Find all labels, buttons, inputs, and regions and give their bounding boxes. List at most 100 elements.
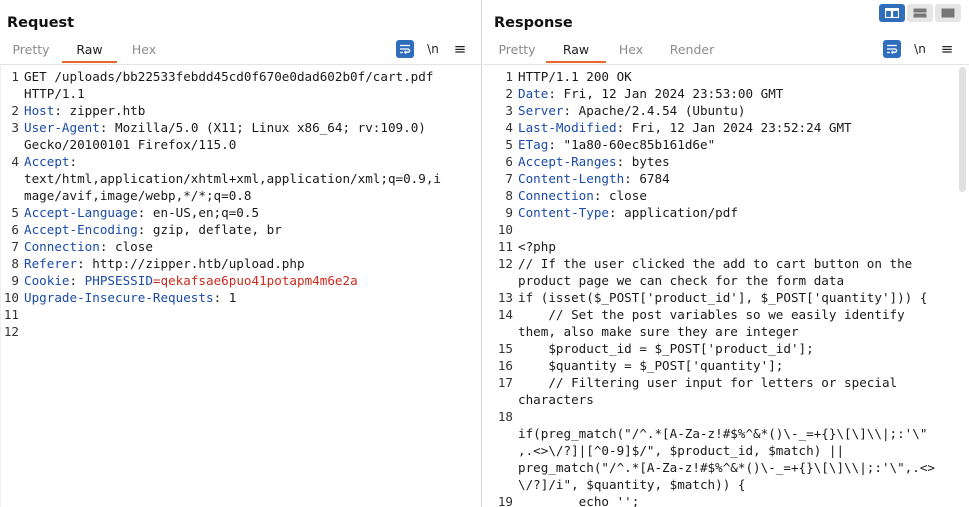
request-code-line[interactable]: text/html,application/xhtml+xml,applicat… xyxy=(24,170,441,187)
request-menu-icon[interactable]: ≡ xyxy=(451,40,469,58)
response-code-line[interactable]: preg_match("/^.*[A-Za-z!#$%^&*()\-_=+{}\… xyxy=(518,459,935,476)
code-text: if(preg_match("/^.*[A-Za-z!#$%^&*()\-_=+… xyxy=(518,426,928,441)
request-code-line[interactable]: Accept: xyxy=(24,153,77,170)
response-scrollbar[interactable] xyxy=(959,67,966,192)
request-line-number: 10 xyxy=(3,290,19,305)
request-code-line[interactable]: Connection: close xyxy=(24,238,153,255)
word-wrap-icon xyxy=(400,44,411,54)
request-code-line[interactable]: HTTP/1.1 xyxy=(24,85,85,102)
request-wrap-toggle-button[interactable] xyxy=(396,40,414,58)
response-wrap-toggle-button[interactable] xyxy=(883,40,901,58)
code-text: : xyxy=(69,154,78,169)
response-code-line[interactable]: Date: Fri, 12 Jan 2024 23:53:00 GMT xyxy=(518,85,783,102)
code-text: preg_match("/^.*[A-Za-z!#$%^&*()\-_=+{}\… xyxy=(518,460,936,475)
header-name: Connection xyxy=(24,239,100,254)
response-code-line[interactable]: if(preg_match("/^.*[A-Za-z!#$%^&*()\-_=+… xyxy=(518,425,927,442)
split-rows-layout-button[interactable] xyxy=(907,4,933,22)
code-text: $quantity = $_POST['quantity']; xyxy=(518,358,784,373)
request-code-line[interactable]: Gecko/20100101 Firefox/115.0 xyxy=(24,136,236,153)
request-code-line[interactable]: mage/avif,image/webp,*/*;q=0.8 xyxy=(24,187,251,204)
response-code-line[interactable]: them, also make sure they are integer xyxy=(518,323,799,340)
response-title: Response xyxy=(494,15,573,31)
code-text: : close xyxy=(593,188,647,203)
response-line-number: 3 xyxy=(505,103,513,118)
response-line-number: 11 xyxy=(497,239,513,254)
tabs-layout-button[interactable] xyxy=(935,4,961,22)
response-code-line[interactable]: <?php xyxy=(518,238,556,255)
response-line-number: 19 xyxy=(497,494,513,507)
header-name: Accept xyxy=(24,154,70,169)
response-editor[interactable]: 1 HTTP/1.1 200 OK 2 Date: Fri, 12 Jan 2024 … xyxy=(483,64,969,507)
header-name: PHPSESSID xyxy=(84,273,153,288)
header-name: Content-Type xyxy=(518,205,609,220)
response-code-line[interactable]: // Set the post variables so we easily i… xyxy=(518,306,904,323)
response-code-line[interactable]: Content-Length: 6784 xyxy=(518,170,670,187)
response-tab-raw[interactable]: Raw xyxy=(546,41,606,63)
request-code-line[interactable]: Cookie: PHPSESSID=qekafsae6puo41potapm4m… xyxy=(24,272,358,289)
response-line-number: 8 xyxy=(505,188,513,203)
response-code-line[interactable]: // Filtering user input for letters or s… xyxy=(518,374,897,391)
request-code-line[interactable]: User-Agent: Mozilla/5.0 (X11; Linux x86_… xyxy=(24,119,426,136)
response-code-line[interactable]: $product_id = $_POST['product_id']; xyxy=(518,340,813,357)
code-text: Gecko/20100101 Firefox/115.0 xyxy=(24,137,237,152)
request-code-line[interactable]: GET /uploads/bb22533febdd45cd0f670e0dad6… xyxy=(24,68,433,85)
request-editor[interactable]: 1 GET /uploads/bb22533febdd45cd0f670e0dad… xyxy=(0,64,481,507)
request-code-line[interactable]: Accept-Encoding: gzip, deflate, br xyxy=(24,221,282,238)
header-name: Accept-Language xyxy=(24,205,138,220)
response-code-line[interactable]: HTTP/1.1 200 OK xyxy=(518,68,632,85)
response-code-line[interactable]: ,.<>\/?]|[^0-9]$/", $product_id, $match)… xyxy=(518,442,844,459)
request-newline-toggle-button[interactable]: \n xyxy=(424,40,442,58)
split-columns-layout-button[interactable] xyxy=(879,4,905,22)
code-text: : en-US,en;q=0.5 xyxy=(137,205,260,220)
response-code-line[interactable]: $quantity = $_POST['quantity']; xyxy=(518,357,783,374)
response-line-number: 15 xyxy=(497,341,513,356)
response-code-line[interactable]: product page we can check for the form d… xyxy=(518,272,844,289)
response-line-number: 4 xyxy=(505,120,513,135)
code-text: if (isset($_POST['product_id'], $_POST['… xyxy=(518,290,928,305)
code-text: qekafsae6puo41potapm4m6e2a xyxy=(160,273,358,288)
header-name: Host xyxy=(24,103,55,118)
response-code-line[interactable]: \/?]/i", $quantity, $match)) { xyxy=(518,476,745,493)
request-line-number: 6 xyxy=(11,222,19,237)
response-code-line[interactable]: if (isset($_POST['product_id'], $_POST['… xyxy=(518,289,927,306)
request-code-line[interactable]: Upgrade-Insecure-Requests: 1 xyxy=(24,289,236,306)
response-tab-pretty[interactable]: Pretty xyxy=(488,41,546,63)
response-code-line[interactable]: echo ''; xyxy=(518,493,640,507)
request-code-line[interactable]: Accept-Language: en-US,en;q=0.5 xyxy=(24,204,259,221)
response-code-line[interactable]: Content-Type: application/pdf xyxy=(518,204,738,221)
response-newline-toggle-button[interactable]: \n xyxy=(911,40,929,58)
response-code-line[interactable]: characters xyxy=(518,391,594,408)
response-menu-icon[interactable]: ≡ xyxy=(938,40,956,58)
response-code-line[interactable]: Server: Apache/2.4.54 (Ubuntu) xyxy=(518,102,745,119)
request-code-line[interactable]: Referer: http://zipper.htb/upload.php xyxy=(24,255,305,272)
code-text: : 6784 xyxy=(624,171,670,186)
response-code-line[interactable]: // If the user clicked the add to cart b… xyxy=(518,255,912,272)
request-line-number: 3 xyxy=(11,120,19,135)
response-code-line[interactable]: Connection: close xyxy=(518,187,647,204)
response-tab-hex[interactable]: Hex xyxy=(606,41,656,63)
response-code-line[interactable]: Accept-Ranges: bytes xyxy=(518,153,670,170)
request-code-line[interactable]: Host: zipper.htb xyxy=(24,102,145,119)
code-text: ,.<>\/?]|[^0-9]$/", $product_id, $match)… xyxy=(518,443,845,458)
header-name: Date xyxy=(518,86,549,101)
header-name: Server xyxy=(518,103,564,118)
tabs-layout-icon xyxy=(941,8,955,18)
response-line-number: 14 xyxy=(497,307,513,322)
response-code-line[interactable]: Last-Modified: Fri, 12 Jan 2024 23:52:24… xyxy=(518,119,852,136)
response-tab-render[interactable]: Render xyxy=(656,41,728,63)
code-text: : Fri, 12 Jan 2024 23:52:24 GMT xyxy=(616,120,852,135)
request-title: Request xyxy=(7,15,75,31)
header-name: Connection xyxy=(518,188,594,203)
response-line-number: 2 xyxy=(505,86,513,101)
code-text: product page we can check for the form d… xyxy=(518,273,845,288)
code-text: mage/avif,image/webp,*/*;q=0.8 xyxy=(24,188,252,203)
response-line-number: 7 xyxy=(505,171,513,186)
request-tab-hex[interactable]: Hex xyxy=(117,41,171,63)
code-text: : Mozilla/5.0 (X11; Linux x86_64; rv:109… xyxy=(99,120,426,135)
request-tab-pretty[interactable]: Pretty xyxy=(0,41,62,63)
response-code-line[interactable]: ETag: "1a80-60ec85b161d6e" xyxy=(518,136,715,153)
request-tab-raw[interactable]: Raw xyxy=(62,41,117,63)
code-text: = xyxy=(152,273,161,288)
request-line-number: 11 xyxy=(3,307,19,322)
response-line-number: 6 xyxy=(505,154,513,169)
